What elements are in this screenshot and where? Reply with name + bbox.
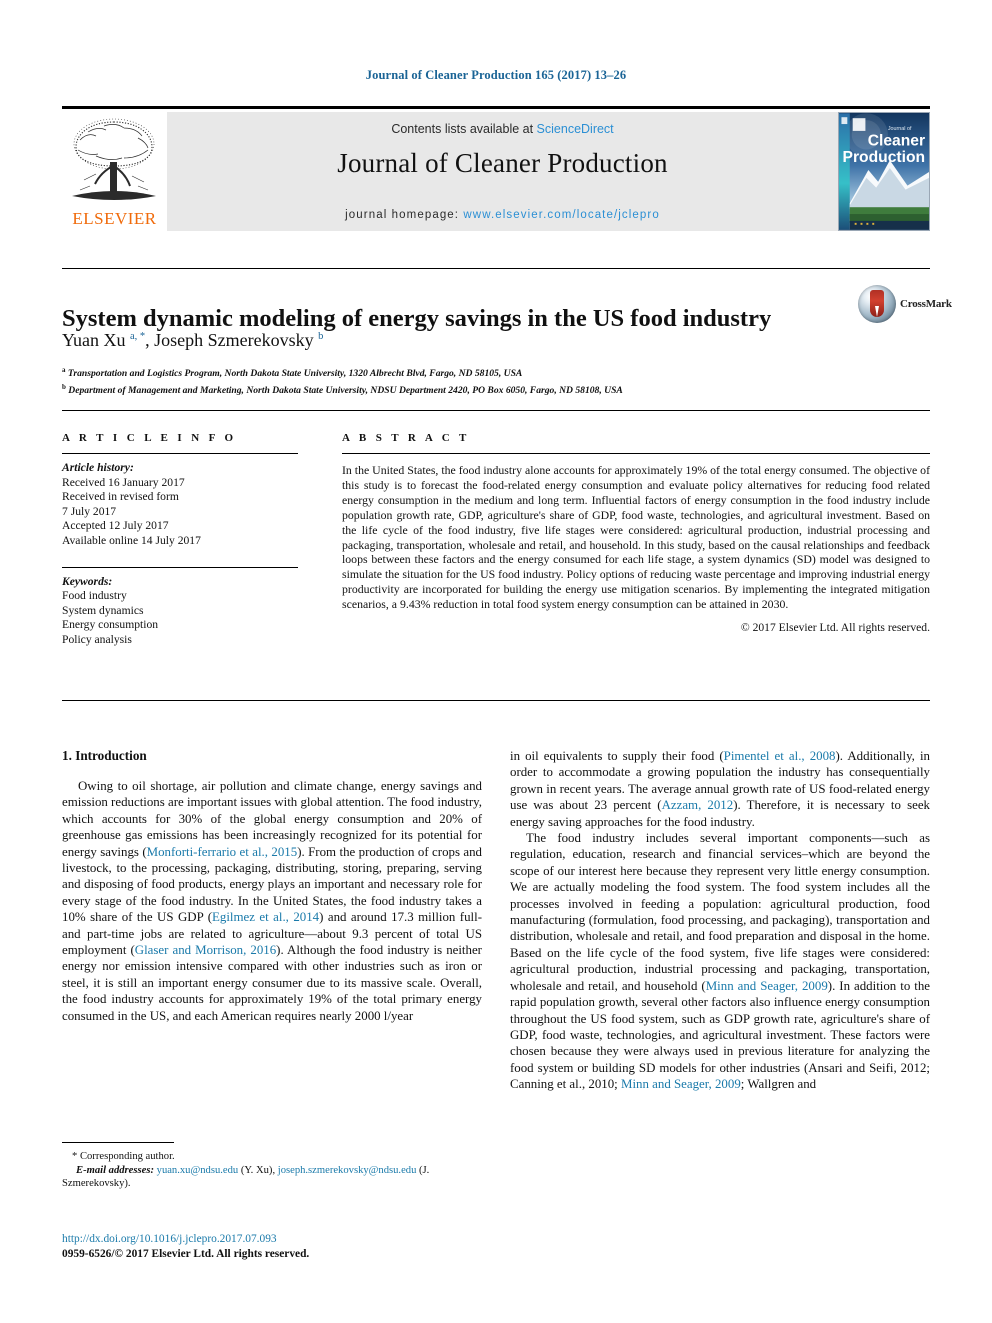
affiliation-list: a Transportation and Logistics Program, … <box>62 366 623 396</box>
issn-copyright-line: 0959-6526/© 2017 Elsevier Ltd. All right… <box>62 1248 310 1260</box>
journal-cover-art: Journal of Cleaner Production <box>839 113 929 230</box>
abstract-copyright: © 2017 Elsevier Ltd. All rights reserved… <box>740 621 930 635</box>
paragraph-intro-2: in oil equivalents to supply their food … <box>510 749 930 829</box>
paragraph-intro-3: The food industry includes several impor… <box>510 831 931 1092</box>
elsevier-wordmark: ELSEVIER <box>72 209 157 228</box>
contents-prefix: Contents lists available at <box>391 122 537 136</box>
keywords-divider <box>62 566 298 568</box>
crossmark-icon <box>858 285 896 323</box>
svg-text:Cleaner: Cleaner <box>868 133 925 150</box>
keywords-label: Keywords: <box>62 574 113 588</box>
journal-masthead: ELSEVIER Contents lists available at Sci… <box>62 106 930 231</box>
journal-homepage-line: journal homepage: www.elsevier.com/locat… <box>167 209 838 221</box>
abstract-bottom-divider <box>62 700 930 701</box>
doi-link[interactable]: http://dx.doi.org/10.1016/j.jclepro.2017… <box>62 1232 522 1247</box>
contents-lists-line: Contents lists available at ScienceDirec… <box>167 122 838 136</box>
paragraph-intro-1: Owing to oil shortage, air pollution and… <box>62 779 483 1023</box>
elsevier-logo: ELSEVIER <box>62 112 167 231</box>
crossmark-badge-group[interactable]: CrossMark <box>858 285 952 325</box>
title-divider <box>62 268 930 269</box>
body-column-left: 1. Introduction Owing to oil shortage, a… <box>62 748 482 1024</box>
article-info-rule <box>62 453 298 454</box>
abstract-rule <box>342 453 930 454</box>
elsevier-tree-icon <box>72 118 156 200</box>
abstract-text: In the United States, the food industry … <box>342 463 930 612</box>
footnote-divider <box>62 1142 174 1143</box>
crossmark-book-icon <box>870 290 884 317</box>
corresponding-author-note: * Corresponding author. <box>72 1151 175 1162</box>
article-history-lines: Received 16 January 2017 Received in revi… <box>62 475 201 547</box>
email-addresses-label: E-mail addresses: <box>76 1164 154 1176</box>
body-column-right: in oil equivalents to supply their food … <box>510 748 930 1093</box>
doi-block: http://dx.doi.org/10.1016/j.jclepro.2017… <box>62 1232 522 1262</box>
article-page: Journal of Cleaner Production 165 (2017)… <box>0 0 992 1323</box>
journal-homepage-link[interactable]: www.elsevier.com/locate/jclepro <box>463 209 659 221</box>
section-heading-introduction: 1. Introduction <box>62 748 147 763</box>
abstract-column: A B S T R A C T In the United States, th… <box>342 432 930 634</box>
article-history-label: Article history: <box>62 461 134 474</box>
svg-text:Production: Production <box>843 149 926 166</box>
journal-title: Journal of Cleaner Production <box>337 148 668 178</box>
journal-cover-thumbnail: Journal of Cleaner Production <box>838 112 930 231</box>
keywords-lines: Food industry System dynamics Energy consu… <box>62 589 159 646</box>
sciencedirect-link[interactable]: ScienceDirect <box>537 122 614 136</box>
homepage-prefix: journal homepage: <box>345 209 464 221</box>
abstract-top-divider <box>62 410 930 411</box>
abstract-heading: A B S T R A C T <box>342 432 470 444</box>
article-info-heading: A R T I C L E I N F O <box>62 432 237 444</box>
masthead-center: Contents lists available at ScienceDirec… <box>167 112 838 231</box>
author-list: Yuan Xu a, *, Joseph Szmerekovsky b <box>62 330 324 350</box>
crossmark-label: CrossMark <box>900 298 952 310</box>
email-link-2[interactable]: joseph.szmerekovsky@ndsu.edu <box>278 1165 417 1176</box>
running-head: Journal of Cleaner Production 165 (2017)… <box>365 68 627 82</box>
email-name-1: (Y. Xu), <box>240 1164 276 1176</box>
email-link-1[interactable]: yuan.xu@ndsu.edu <box>157 1165 239 1176</box>
footnote-block: * Corresponding author. E-mail addresses… <box>62 1150 482 1191</box>
keywords-block: Keywords: Food industry System dynamics En… <box>62 575 298 648</box>
svg-text:Journal of: Journal of <box>888 126 912 132</box>
article-info-column: A R T I C L E I N F O Article history: R… <box>62 432 298 648</box>
article-history-block: Article history: Received 16 January 201… <box>62 461 298 549</box>
email-addresses-note: E-mail addresses: yuan.xu@ndsu.edu (Y. X… <box>62 1164 482 1191</box>
